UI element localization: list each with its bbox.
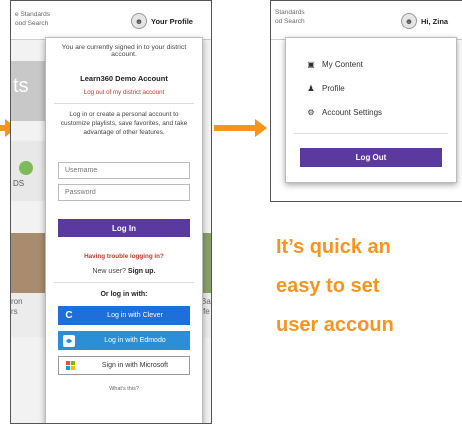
bg-fragment: ron xyxy=(11,297,23,306)
tagline-line: It’s quick an xyxy=(276,236,391,258)
arrow-to-right-screen xyxy=(214,119,267,137)
clever-login-button[interactable]: C Log in with Clever xyxy=(58,306,190,325)
bg-circle-icon xyxy=(19,161,33,175)
person-icon: ♟ xyxy=(307,84,315,93)
trouble-logging-in-link[interactable]: Having trouble logging in? xyxy=(46,253,202,260)
divider xyxy=(294,133,448,134)
password-input[interactable] xyxy=(58,184,190,201)
menu-label: My Content xyxy=(322,60,363,69)
account-dropdown: ▣ My Content ♟ Profile ⚙ Account Setting… xyxy=(285,37,457,183)
account-name: Learn360 Demo Account xyxy=(80,74,168,83)
clever-icon: C xyxy=(65,310,73,321)
bg-fragment: rs xyxy=(11,307,18,316)
bg-fragment: ts xyxy=(13,75,29,97)
whats-this-link[interactable]: What's this? xyxy=(46,386,202,392)
edmodo-icon xyxy=(58,331,80,350)
new-user-line: New user? Sign up. xyxy=(46,268,202,275)
login-dropdown: You are currently signed in to your dist… xyxy=(45,37,203,423)
menu-item-my-content[interactable]: ▣ My Content xyxy=(306,60,363,69)
menu-label: Account Settings xyxy=(322,108,383,117)
sign-up-link[interactable]: Sign up. xyxy=(128,268,156,275)
background-caption: ron rs xyxy=(11,293,45,337)
new-user-text: New user? xyxy=(92,268,126,275)
background-banner: ts xyxy=(11,61,45,121)
microsoft-logo-icon xyxy=(59,356,81,375)
greeting-label: Hi, Zina xyxy=(421,16,449,26)
left-topbar: e Standards ood Search ☻ Your Profile xyxy=(11,1,211,40)
tagline-line: user accoun xyxy=(276,314,394,336)
background-tile: DS xyxy=(11,141,45,201)
or-log-in-with: Or log in with: xyxy=(100,291,148,298)
right-screenshot: Standards od Search ☻ Hi, Zina ▣ My Cont… xyxy=(270,0,462,202)
signed-in-message: You are currently signed in to your dist… xyxy=(61,44,187,58)
right-topbar: Standards od Search ☻ Hi, Zina xyxy=(271,1,462,40)
gear-icon: ⚙ xyxy=(307,108,315,117)
log-out-button[interactable]: Log Out xyxy=(300,148,442,167)
your-profile-button[interactable]: ☻ Your Profile xyxy=(131,13,193,29)
background-thumbnail xyxy=(11,233,45,293)
left-screenshot: e Standards ood Search ☻ Your Profile ts… xyxy=(10,0,212,424)
tagline-line: easy to set xyxy=(276,275,380,297)
site-nav-line[interactable]: od Search xyxy=(275,18,305,25)
microsoft-signin-label: Sign in with Microsoft xyxy=(101,362,169,369)
edmodo-login-button[interactable]: Log in with Edmodo xyxy=(58,331,190,350)
info-text: Log in or create a personal account to c… xyxy=(60,111,188,136)
logout-district-link[interactable]: Log out of my district account xyxy=(46,89,202,96)
site-nav-line[interactable]: ood Search xyxy=(15,20,48,27)
clever-login-label: Log in with Clever xyxy=(107,312,163,319)
menu-label: Profile xyxy=(322,84,345,93)
microsoft-signin-button[interactable]: Sign in with Microsoft xyxy=(58,356,190,375)
site-nav-line[interactable]: Standards xyxy=(275,9,305,16)
briefcase-icon: ▣ xyxy=(307,60,315,69)
profile-label: Your Profile xyxy=(151,16,193,26)
user-avatar-icon: ☻ xyxy=(131,13,147,29)
divider xyxy=(54,282,194,283)
edmodo-login-label: Log in with Edmodo xyxy=(104,337,166,344)
bg-fragment: DS xyxy=(13,179,25,188)
site-nav-line[interactable]: e Standards xyxy=(15,11,50,18)
menu-item-profile[interactable]: ♟ Profile xyxy=(306,84,345,93)
user-avatar-icon: ☻ xyxy=(401,13,417,29)
menu-item-account-settings[interactable]: ⚙ Account Settings xyxy=(306,108,382,117)
divider xyxy=(54,103,194,104)
log-in-button[interactable]: Log In xyxy=(58,219,190,237)
arrow-into-left-screen xyxy=(0,119,17,137)
user-greeting-button[interactable]: ☻ Hi, Zina xyxy=(401,13,448,29)
username-input[interactable] xyxy=(58,162,190,179)
